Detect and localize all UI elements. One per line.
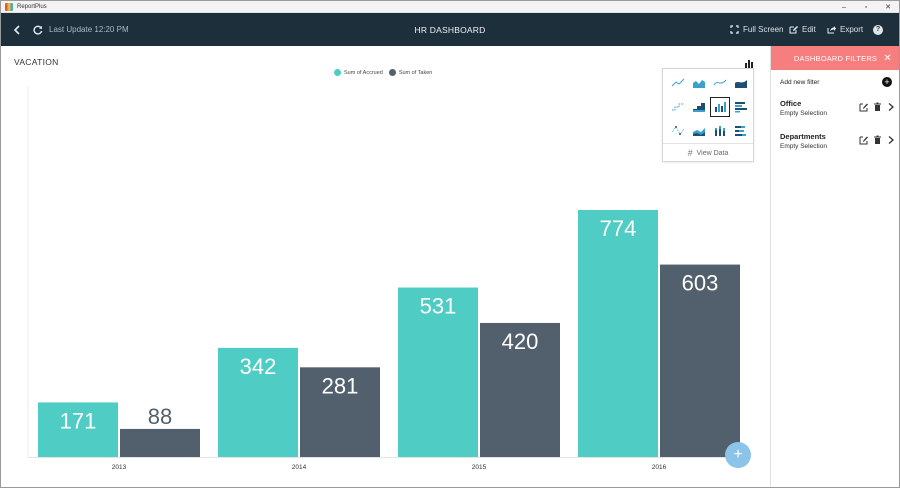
chart-legend: Sum of Accrued Sum of Taken <box>334 69 438 76</box>
maximize-button[interactable]: ▫ <box>855 1 877 13</box>
spline-area-chart-icon <box>734 80 747 88</box>
data-label: 342 <box>240 354 277 379</box>
close-window-button[interactable]: ✕ <box>877 1 899 13</box>
close-panel-button[interactable]: ✕ <box>883 46 892 70</box>
add-widget-button[interactable]: + <box>725 442 751 468</box>
app-logo-icon <box>5 2 13 11</box>
line-chart-icon <box>671 78 684 87</box>
data-label: 171 <box>60 408 97 433</box>
bar-chart: 171 88 2013 342 281 2014 531 420 2015 774 603 2016 <box>27 86 750 471</box>
legend-label-taken: Sum of Taken <box>398 69 433 76</box>
column-chart-icon <box>709 97 730 117</box>
data-label: 420 <box>502 329 539 354</box>
chart-type-scatter[interactable] <box>667 119 688 143</box>
edit-icon[interactable] <box>859 135 868 145</box>
dashboard-filters-panel: DASHBOARD FILTERS ✕ Add new filter + Off… <box>770 46 899 487</box>
export-label: Export <box>840 25 864 34</box>
chart-widget: 171 88 2013 342 281 2014 531 420 2015 774 603 2016 … <box>1 46 770 487</box>
filter-value: Empty Selection <box>780 143 827 150</box>
chart-type-spline-area[interactable] <box>730 71 751 95</box>
filter-name: Departments <box>780 132 826 141</box>
scatter-chart-icon <box>671 126 684 135</box>
stacked-column-chart-icon <box>714 126 725 136</box>
legend-entry-accrued: Sum of Accrued <box>334 69 383 76</box>
add-circle-icon[interactable]: + <box>882 77 892 87</box>
expand-icon <box>730 25 739 34</box>
stacked-bar-chart-icon <box>734 126 746 136</box>
chart-type-bar[interactable] <box>730 95 751 119</box>
chart-type-column[interactable] <box>709 95 730 119</box>
add-filter-label: Add new filter <box>780 78 820 86</box>
area-chart-icon <box>692 80 705 88</box>
panel-title: DASHBOARD FILTERS <box>793 53 878 63</box>
legend-swatch-accrued <box>334 69 341 76</box>
filter-office[interactable]: Office Empty Selection <box>780 99 898 123</box>
step-line-chart-icon <box>671 103 684 111</box>
legend-entry-taken: Sum of Taken <box>388 69 433 76</box>
x-tick-label: 2015 <box>472 464 487 471</box>
full-screen-button[interactable]: Full Screen <box>730 13 783 46</box>
data-label: 603 <box>682 271 719 296</box>
help-icon: ? <box>873 24 883 35</box>
chart-type-stacked-column[interactable] <box>709 119 730 143</box>
chart-type-line[interactable] <box>667 71 688 95</box>
back-button[interactable] <box>13 13 21 46</box>
edit-icon[interactable] <box>859 102 868 112</box>
edit-icon <box>789 26 798 34</box>
x-tick-label: 2014 <box>292 464 307 471</box>
window-titlebar: ReportPlus – ▫ ✕ <box>1 1 899 13</box>
export-icon <box>827 26 836 34</box>
plus-icon: + <box>733 446 743 463</box>
app-window: ReportPlus – ▫ ✕ Last Update 12:20 PM HR… <box>0 0 900 488</box>
panel-header: DASHBOARD FILTERS ✕ <box>771 46 899 70</box>
chart-type-grid <box>667 71 751 143</box>
top-toolbar: Last Update 12:20 PM HR DASHBOARD Full S… <box>1 13 899 46</box>
export-button[interactable]: Export <box>827 13 863 46</box>
view-data-label: View Data <box>696 149 729 157</box>
step-area-chart-icon <box>692 103 705 112</box>
filter-name: Office <box>780 99 802 108</box>
edit-label: Edit <box>802 25 816 34</box>
stacked-area-chart-icon <box>692 128 705 136</box>
spline-chart-icon <box>713 79 726 86</box>
refresh-icon <box>33 25 43 35</box>
widget-title: VACATION <box>14 57 59 67</box>
minimize-button[interactable]: – <box>833 1 855 13</box>
chart-type-stacked-area[interactable] <box>688 119 709 143</box>
chevron-right-icon[interactable] <box>886 102 895 112</box>
bar-accrued-2016 <box>578 210 658 457</box>
legend-label-accrued: Sum of Accrued <box>344 69 383 76</box>
bar-chart-icon <box>734 102 747 113</box>
help-button[interactable]: ? <box>873 13 883 46</box>
refresh-button[interactable] <box>33 13 43 46</box>
chart-type-step-area[interactable] <box>688 95 709 119</box>
last-update-label: Last Update 12:20 PM <box>49 13 129 46</box>
trash-icon[interactable] <box>873 135 882 145</box>
add-filter-row[interactable]: Add new filter + <box>780 75 892 89</box>
edit-button[interactable]: Edit <box>789 13 816 46</box>
trash-icon[interactable] <box>873 102 882 112</box>
chart-type-step-line[interactable] <box>667 95 688 119</box>
x-tick-label: 2016 <box>652 464 667 471</box>
chart-type-menu: # View Data <box>662 68 754 162</box>
chart-type-area[interactable] <box>688 71 709 95</box>
data-label: 281 <box>322 373 359 398</box>
hash-icon: # <box>687 148 693 158</box>
chart-type-spline[interactable] <box>709 71 730 95</box>
chevron-left-icon <box>13 24 20 35</box>
filter-value: Empty Selection <box>780 110 827 117</box>
view-data-button[interactable]: # View Data <box>663 144 753 162</box>
bar-taken-2013 <box>120 428 200 457</box>
last-update-text: Last Update 12:20 PM <box>49 25 129 34</box>
filter-departments[interactable]: Departments Empty Selection <box>780 132 898 156</box>
chart-type-stacked-bar[interactable] <box>730 119 751 143</box>
x-tick-label: 2013 <box>112 464 127 471</box>
legend-swatch-taken <box>388 69 396 76</box>
app-name: ReportPlus <box>17 3 47 10</box>
data-label: 88 <box>148 404 172 429</box>
data-label: 531 <box>420 294 457 319</box>
data-label: 774 <box>600 216 637 241</box>
chevron-right-icon[interactable] <box>886 135 895 145</box>
full-screen-label: Full Screen <box>743 25 784 34</box>
